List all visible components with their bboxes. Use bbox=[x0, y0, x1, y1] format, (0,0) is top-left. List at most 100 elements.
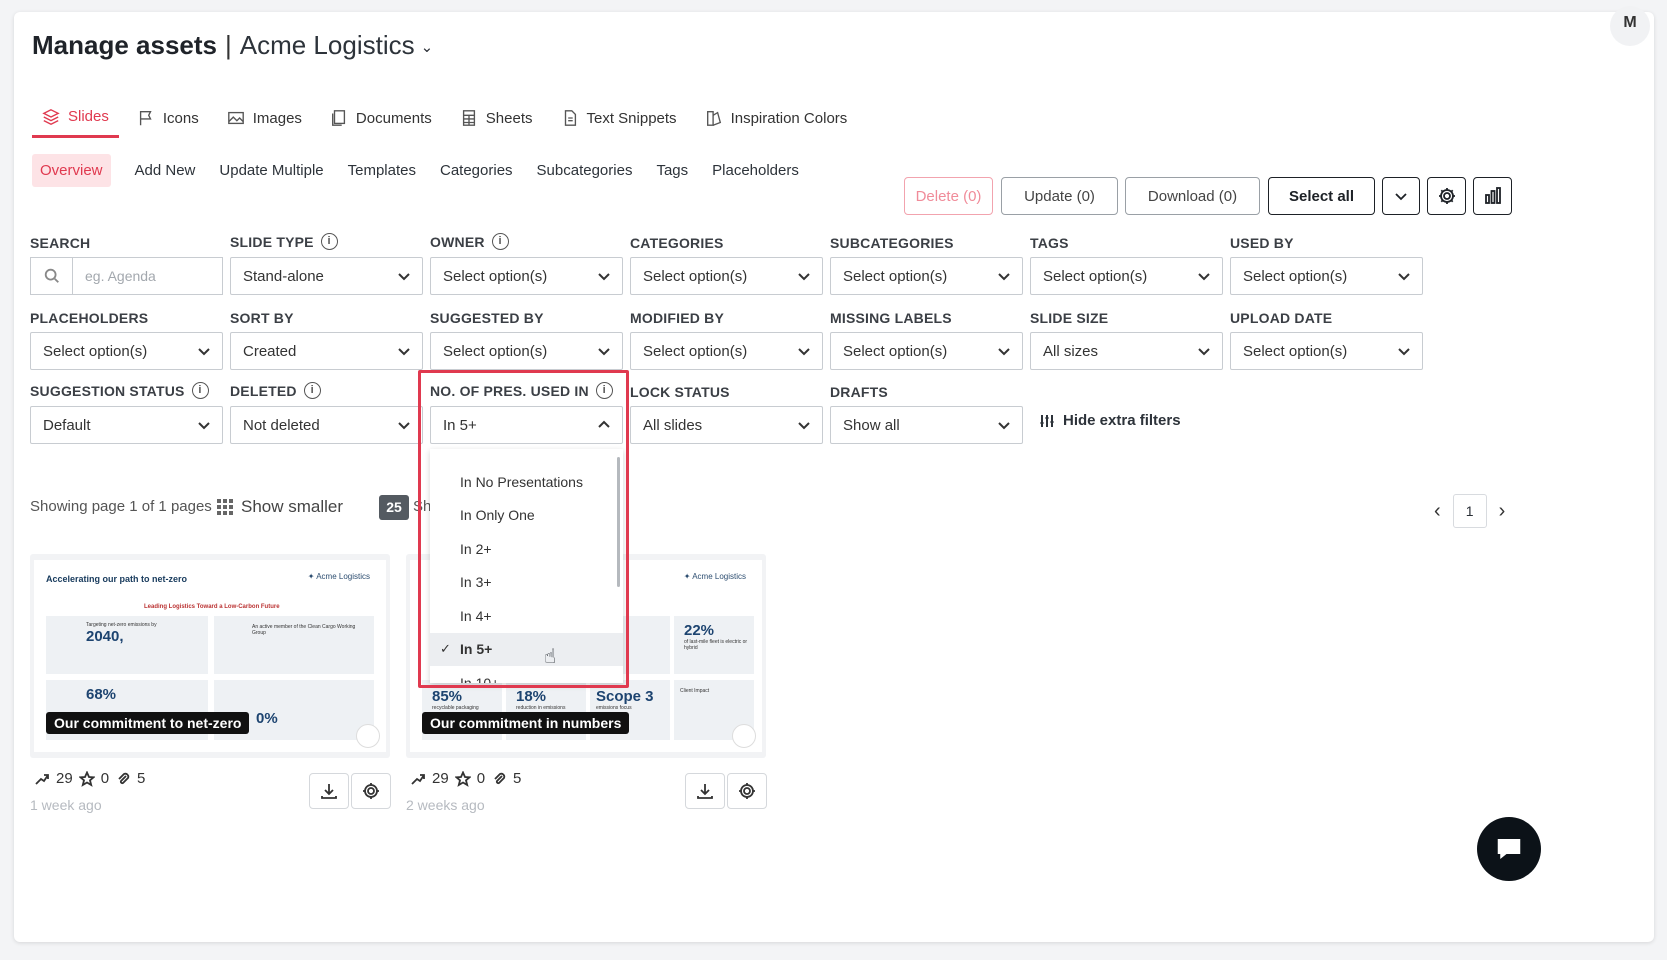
subtab-tags[interactable]: Tags bbox=[656, 154, 688, 187]
avatar[interactable]: M bbox=[1610, 6, 1650, 46]
modified-by-select[interactable]: Select option(s) bbox=[630, 332, 823, 370]
modified-by-label: MODIFIED BY bbox=[630, 310, 724, 326]
trending-up-icon bbox=[35, 773, 49, 785]
download-button[interactable]: Download (0) bbox=[1125, 177, 1260, 215]
chevron-down-icon bbox=[1198, 273, 1210, 281]
slide-size-label: SLIDE SIZE bbox=[1030, 310, 1109, 326]
download-slide-button[interactable] bbox=[309, 773, 349, 809]
select-checkbox[interactable] bbox=[732, 724, 756, 748]
subtab-categories[interactable]: Categories bbox=[440, 154, 513, 187]
tags-label: TAGS bbox=[1030, 235, 1069, 251]
slide-card[interactable]: Accelerating our path to net-zero ✦ Acme… bbox=[30, 554, 390, 758]
missing-labels-label: MISSING LABELS bbox=[830, 310, 952, 326]
chevron-down-icon bbox=[798, 422, 810, 430]
chevron-down-icon bbox=[198, 348, 210, 356]
tags-select[interactable]: Select option(s) bbox=[1030, 257, 1223, 295]
subtab-placeholders[interactable]: Placeholders bbox=[712, 154, 799, 187]
lock-status-select[interactable]: All slides bbox=[630, 406, 823, 444]
tab-text-snippets[interactable]: Text Snippets bbox=[551, 98, 687, 138]
page-title: Manage assets | Acme Logistics ⌄ bbox=[32, 30, 434, 60]
info-icon[interactable]: i bbox=[320, 233, 338, 250]
search-input[interactable] bbox=[73, 258, 221, 294]
star-icon[interactable] bbox=[78, 770, 95, 787]
chevron-left-icon[interactable]: ‹ bbox=[1434, 500, 1441, 523]
slide-settings-button[interactable] bbox=[351, 773, 391, 809]
missing-labels-select[interactable]: Select option(s) bbox=[830, 332, 1023, 370]
owner-select[interactable]: Select option(s) bbox=[430, 257, 623, 295]
categories-select[interactable]: Select option(s) bbox=[630, 257, 823, 295]
image-icon bbox=[227, 111, 244, 125]
chevron-down-icon bbox=[398, 422, 410, 430]
tab-sheets[interactable]: Sheets bbox=[450, 98, 543, 138]
update-button[interactable]: Update (0) bbox=[1001, 177, 1118, 215]
slide-settings-button[interactable] bbox=[727, 773, 767, 809]
chevron-right-icon[interactable]: › bbox=[1499, 500, 1506, 523]
page-info: Showing page 1 of 1 pages bbox=[30, 498, 212, 515]
slide-caption: Our commitment to net-zero bbox=[46, 712, 250, 734]
slide-size-select[interactable]: All sizes bbox=[1030, 332, 1223, 370]
subtab-overview[interactable]: Overview bbox=[32, 154, 111, 187]
subtab-subcategories[interactable]: Subcategories bbox=[537, 154, 633, 187]
drafts-label: DRAFTS bbox=[830, 384, 888, 400]
categories-label: CATEGORIES bbox=[630, 235, 724, 251]
gear-icon bbox=[1438, 188, 1455, 204]
client-selector[interactable]: Acme Logistics bbox=[240, 30, 415, 60]
select-all-button[interactable]: Select all bbox=[1268, 177, 1375, 215]
pagination: ‹ 1 › bbox=[1434, 494, 1505, 528]
chat-icon bbox=[1497, 839, 1521, 859]
sliders-icon bbox=[1040, 414, 1054, 427]
chevron-down-icon bbox=[398, 273, 410, 281]
chevron-down-icon bbox=[998, 273, 1010, 281]
tab-slides[interactable]: Slides bbox=[32, 98, 119, 138]
upload-age: 1 week ago bbox=[30, 797, 102, 813]
tab-inspiration-colors[interactable]: Inspiration Colors bbox=[695, 98, 858, 138]
show-smaller-toggle[interactable]: Show smaller bbox=[217, 497, 343, 517]
slide-type-select[interactable]: Stand-alone bbox=[230, 257, 423, 295]
upload-date-select[interactable]: Select option(s) bbox=[1230, 332, 1423, 370]
more-actions-button[interactable] bbox=[1382, 177, 1420, 215]
delete-button[interactable]: Delete (0) bbox=[904, 177, 993, 215]
placeholders-select[interactable]: Select option(s) bbox=[30, 332, 223, 370]
suggestion-status-select[interactable]: Default bbox=[30, 406, 223, 444]
download-slide-button[interactable] bbox=[685, 773, 725, 809]
grid-icon bbox=[217, 499, 233, 515]
paperclip-icon bbox=[494, 772, 506, 784]
layers-icon bbox=[42, 108, 60, 125]
sort-by-select[interactable]: Created bbox=[230, 332, 423, 370]
subcategories-select[interactable]: Select option(s) bbox=[830, 257, 1023, 295]
tab-documents[interactable]: Documents bbox=[320, 98, 442, 138]
hide-extra-filters-button[interactable]: Hide extra filters bbox=[1039, 412, 1181, 429]
page-1-button[interactable]: 1 bbox=[1452, 494, 1487, 528]
star-icon[interactable] bbox=[454, 770, 471, 787]
deleted-select[interactable]: Not deleted bbox=[230, 406, 423, 444]
tab-images[interactable]: Images bbox=[217, 98, 312, 138]
info-icon[interactable]: i bbox=[191, 382, 209, 399]
suggested-by-select[interactable]: Select option(s) bbox=[430, 332, 623, 370]
settings-button[interactable] bbox=[1427, 177, 1466, 215]
used-by-select[interactable]: Select option(s) bbox=[1230, 257, 1423, 295]
subcategories-label: SUBCATEGORIES bbox=[830, 235, 954, 251]
info-icon[interactable]: i bbox=[303, 382, 321, 399]
analytics-button[interactable] bbox=[1473, 177, 1512, 215]
chevron-down-icon bbox=[1398, 348, 1410, 356]
tab-icons[interactable]: Icons bbox=[127, 98, 209, 138]
owner-label: OWNER i bbox=[430, 233, 509, 250]
flag-icon bbox=[139, 111, 152, 126]
search-box bbox=[30, 257, 223, 295]
chat-button[interactable] bbox=[1477, 817, 1541, 881]
subtab-templates[interactable]: Templates bbox=[348, 154, 416, 187]
chevron-down-icon[interactable]: ⌄ bbox=[421, 39, 434, 56]
hand-cursor-icon: ☝ bbox=[544, 646, 557, 668]
per-page-badge[interactable]: 25 bbox=[379, 495, 409, 520]
subtab-update-multiple[interactable]: Update Multiple bbox=[219, 154, 323, 187]
select-checkbox[interactable] bbox=[356, 724, 380, 748]
info-icon[interactable]: i bbox=[491, 233, 509, 250]
bar-chart-icon bbox=[1484, 187, 1501, 204]
chevron-down-icon bbox=[398, 348, 410, 356]
trending-up-icon bbox=[411, 773, 425, 785]
sheet-icon bbox=[462, 110, 475, 126]
drafts-select[interactable]: Show all bbox=[830, 406, 1023, 444]
gear-icon bbox=[739, 783, 755, 799]
subtab-add-new[interactable]: Add New bbox=[135, 154, 196, 187]
app-window: Manage assets | Acme Logistics ⌄ M Slides I… bbox=[14, 6, 1654, 942]
